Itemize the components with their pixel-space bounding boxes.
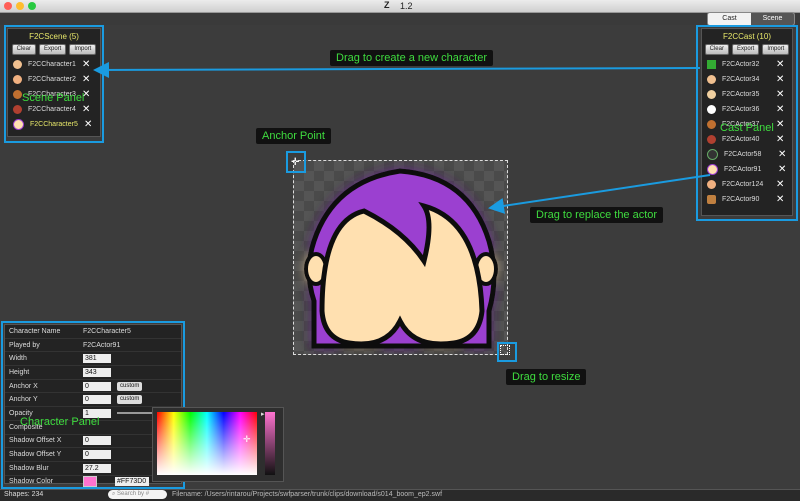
color-crosshair-icon[interactable]: ✛	[243, 434, 251, 445]
create-character-callout: Drag to create a new character	[330, 50, 494, 66]
brightness-slider[interactable]	[265, 412, 275, 475]
replace-actor-callout: Drag to replace the actor	[530, 207, 664, 223]
resize-highlight	[497, 342, 517, 362]
anchor-point-highlight	[286, 151, 306, 173]
resize-callout: Drag to resize	[506, 369, 587, 385]
search-input[interactable]: ⌕ Search by #	[108, 490, 167, 499]
search-icon: ⌕	[112, 491, 116, 497]
filename-label: Filename: /Users/rintarou/Projects/swfpa…	[172, 491, 443, 498]
color-picker: ✛ ▸	[152, 407, 284, 482]
replace-arrow	[488, 174, 711, 214]
character-panel-label: Character Panel	[20, 416, 100, 428]
color-spectrum[interactable]	[157, 412, 257, 475]
create-arrow	[93, 61, 701, 78]
slider-arrow-icon[interactable]: ▸	[261, 410, 265, 418]
anchor-point-callout: Anchor Point	[256, 128, 331, 144]
shape-count: Shapes: 234	[4, 491, 44, 498]
status-bar: Shapes: 234 ⌕ Search by # Filename: /Use…	[0, 489, 800, 501]
